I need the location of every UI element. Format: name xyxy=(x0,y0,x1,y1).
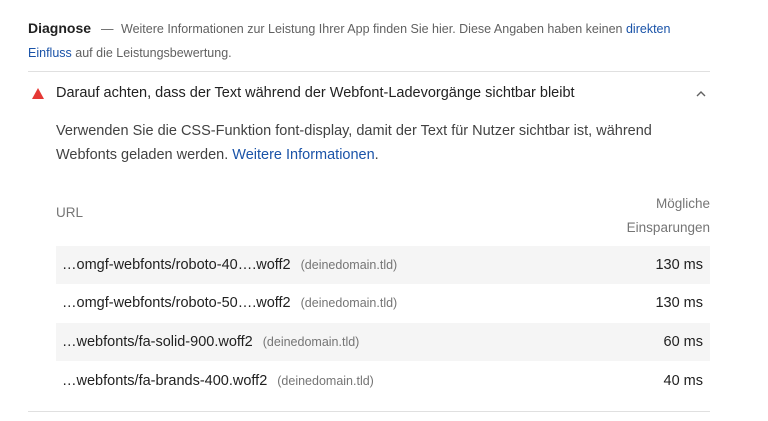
section-divider-top xyxy=(28,71,710,72)
audit-header[interactable]: Darauf achten, dass der Text während der… xyxy=(28,80,710,106)
diagnose-header: Diagnose — Weitere Informationen zur Leis… xyxy=(28,16,710,65)
row-savings: 40 ms xyxy=(663,373,704,389)
audit-title: Darauf achten, dass der Text während der… xyxy=(56,85,575,101)
audit-description-period: . xyxy=(374,147,379,163)
row-domain: (deinedomain.tld) xyxy=(300,258,398,272)
diagnose-dash: — xyxy=(101,22,114,36)
table-row: …webfonts/fa-solid-900.woff2 (deinedomai… xyxy=(56,323,710,361)
column-header-url: URL xyxy=(56,205,84,220)
row-domain: (deinedomain.tld) xyxy=(262,335,360,349)
diagnose-text-after: auf die Leistungsbewertung. xyxy=(75,46,232,60)
learn-more-link[interactable]: Weitere Informationen xyxy=(232,147,374,163)
row-domain: (deinedomain.tld) xyxy=(277,374,374,388)
section-divider-bottom xyxy=(28,411,710,412)
chevron-up-icon[interactable] xyxy=(696,88,706,98)
row-url: …webfonts/fa-solid-900.woff2 xyxy=(62,334,253,350)
column-header-savings-line1: Mögliche xyxy=(655,196,710,211)
row-url: …omgf-webfonts/roboto-40….woff2 xyxy=(62,257,291,273)
row-savings: 60 ms xyxy=(663,334,704,350)
column-header-savings-line2: Einsparungen xyxy=(626,220,710,235)
audit-description: Verwenden Sie die CSS-Funktion font-disp… xyxy=(56,119,710,167)
row-savings: 130 ms xyxy=(655,257,703,273)
table-row: …omgf-webfonts/roboto-40….woff2 (deinedo… xyxy=(56,246,710,284)
row-domain: (deinedomain.tld) xyxy=(300,296,398,310)
row-url: …omgf-webfonts/roboto-50….woff2 xyxy=(62,295,291,311)
table-row: …webfonts/fa-brands-400.woff2 (deinedoma… xyxy=(56,362,710,400)
diagnose-text: Weitere Informationen zur Leistung Ihrer… xyxy=(121,22,623,36)
row-savings: 130 ms xyxy=(655,295,703,311)
row-url: …webfonts/fa-brands-400.woff2 xyxy=(62,373,268,389)
table-row: …omgf-webfonts/roboto-50….woff2 (deinedo… xyxy=(56,284,710,322)
column-header-savings: Mögliche Einsparungen xyxy=(627,192,710,240)
warning-triangle-icon xyxy=(32,87,44,99)
table-header: URL Mögliche Einsparungen xyxy=(56,192,710,238)
diagnose-title: Diagnose xyxy=(28,20,92,36)
